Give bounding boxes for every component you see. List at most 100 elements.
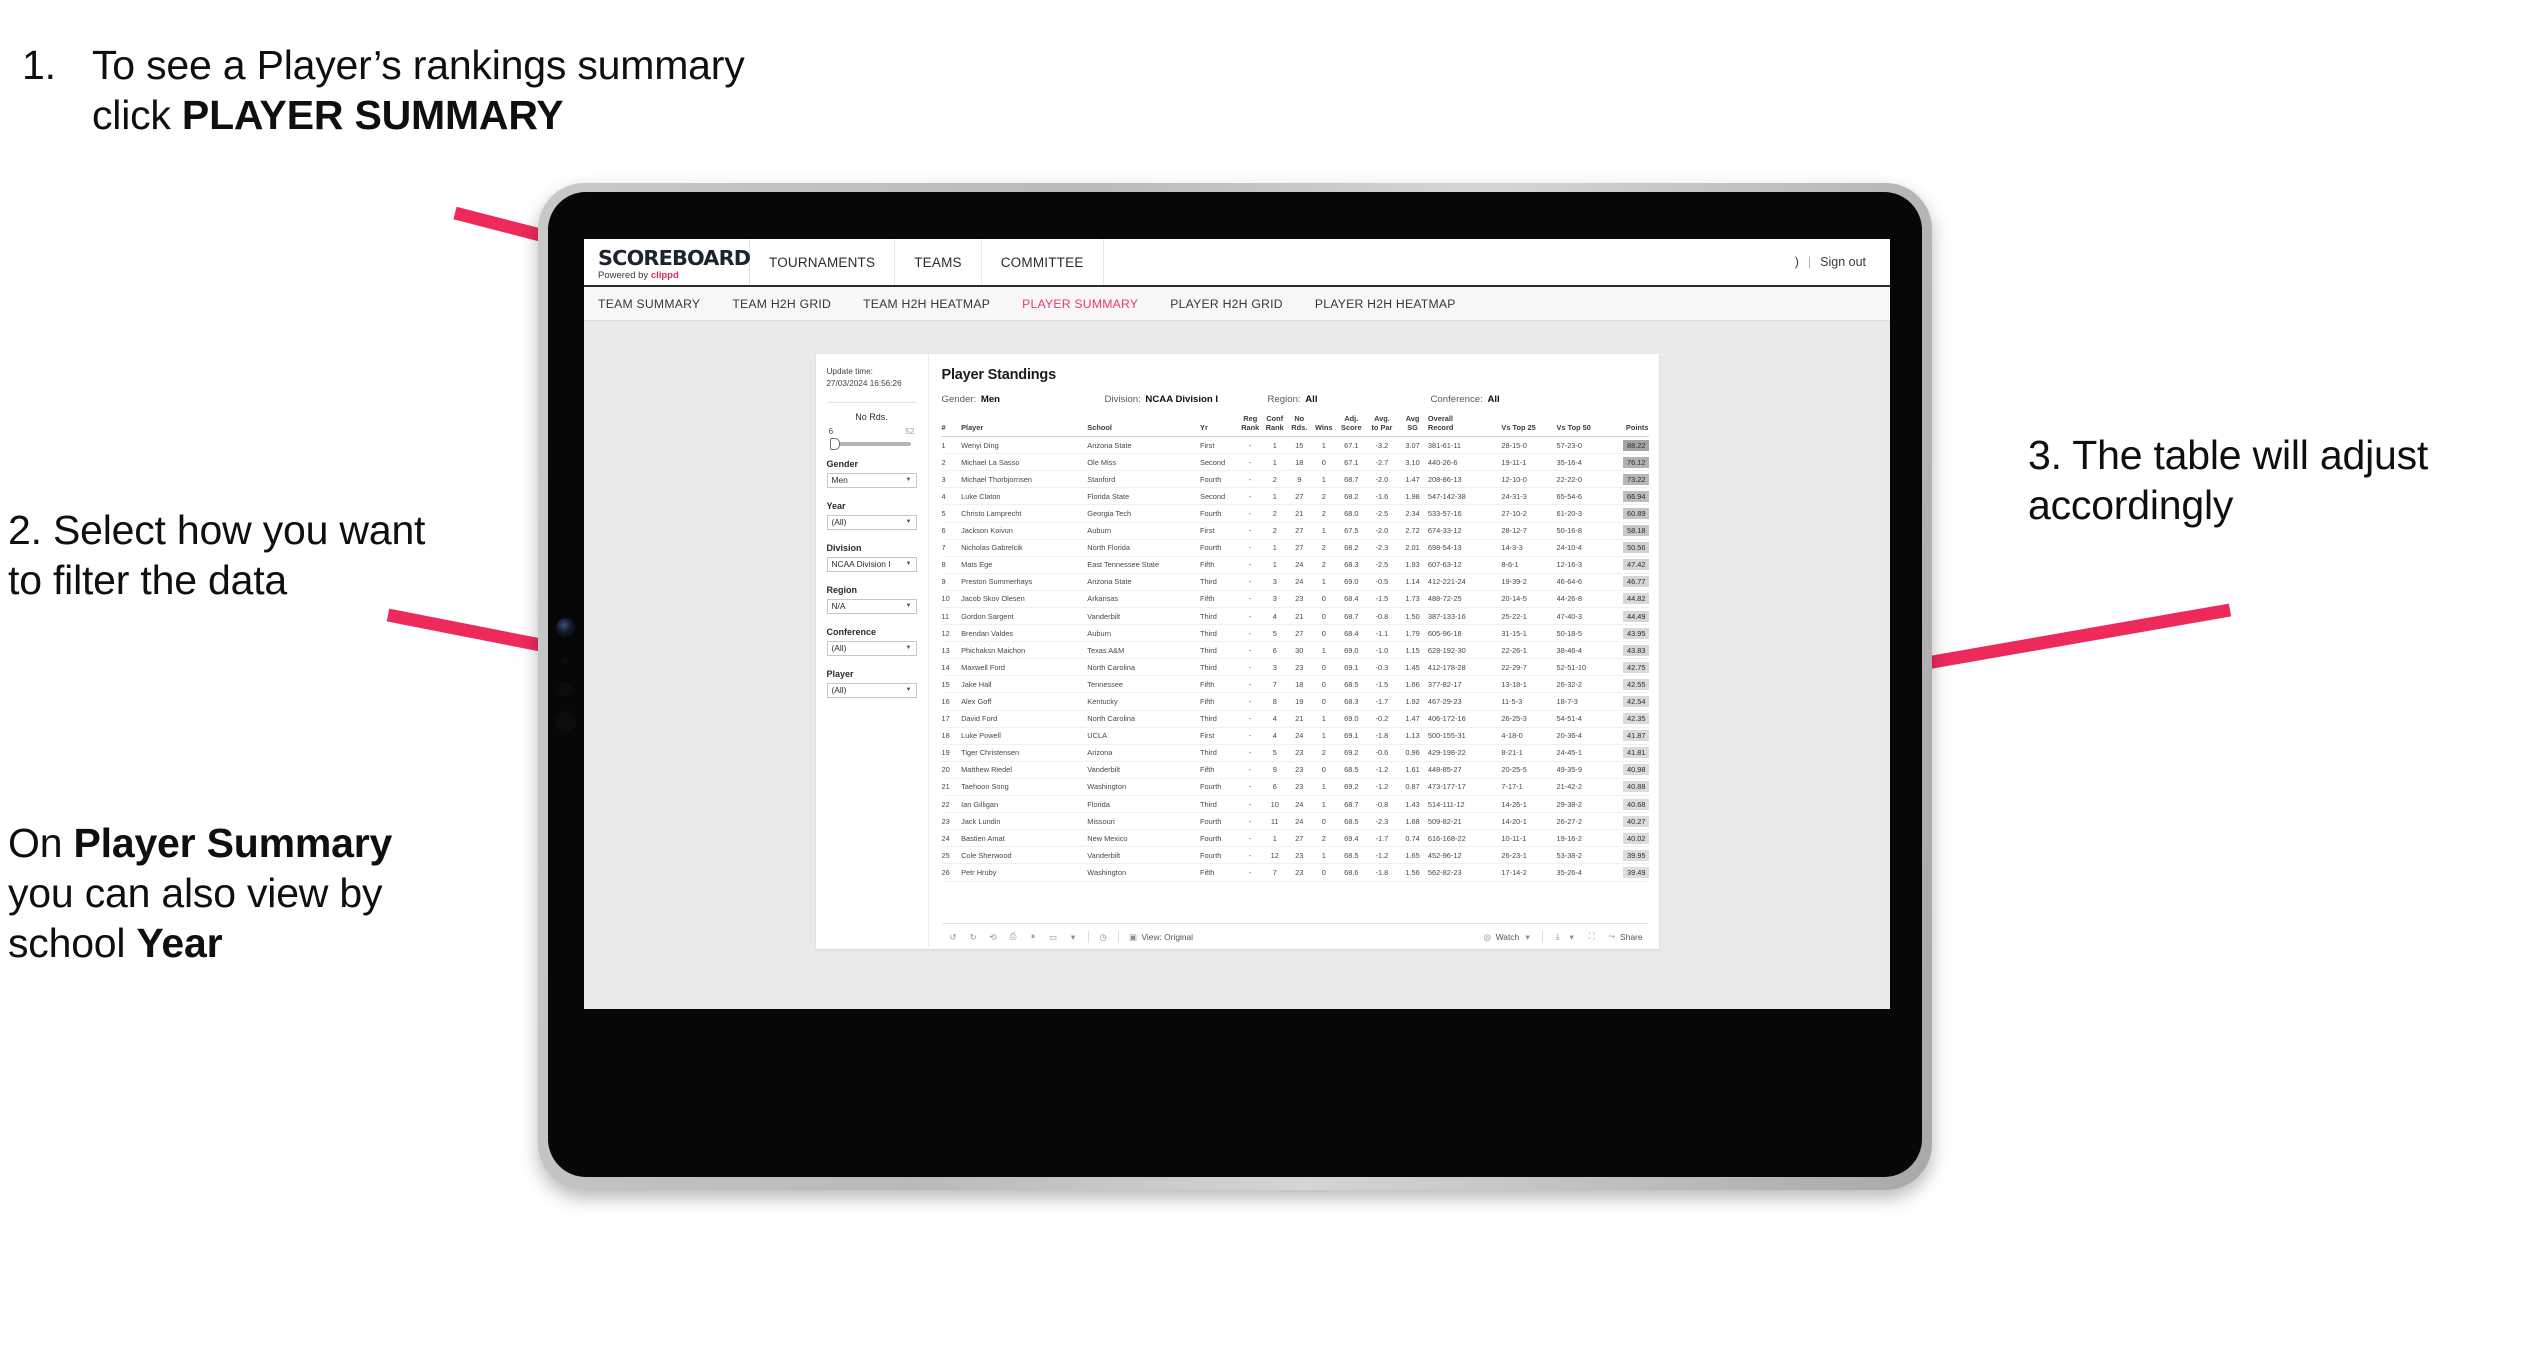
col-overall-record[interactable]: Overall Record bbox=[1427, 414, 1502, 438]
table-row[interactable]: 23 Jack Lundin Missouri Fourth -11 24 0 68.5 -2.… bbox=[941, 812, 1649, 831]
cell-yr: Fourth bbox=[1200, 504, 1238, 523]
col-no-rds[interactable]: No Rds. bbox=[1287, 414, 1312, 438]
col-rank[interactable]: # bbox=[941, 414, 962, 438]
table-row[interactable]: 4 Luke Claton Florida State Second -1 27 2 68.2… bbox=[941, 487, 1649, 506]
cell-pts: 42.55 bbox=[1611, 675, 1649, 694]
cell-cr: 1 bbox=[1262, 829, 1287, 848]
player-select[interactable]: (All) ▼ bbox=[826, 682, 917, 698]
sign-out-link[interactable]: Sign out bbox=[1820, 255, 1866, 269]
undo-icon[interactable]: ↺ bbox=[948, 931, 959, 942]
conference-select[interactable]: (All) ▼ bbox=[826, 640, 917, 656]
table-row[interactable]: 9 Preston Summerhays Arizona State Third -3 2… bbox=[941, 573, 1649, 591]
cell-school: Arizona State bbox=[1087, 436, 1201, 455]
col-yr[interactable]: Yr bbox=[1200, 414, 1238, 438]
table-row[interactable]: 6 Jackson Koivun Auburn First -2 27 1 67.5 -2.0 2… bbox=[941, 522, 1649, 540]
table-row[interactable]: 18 Luke Powell UCLA First -4 24 1 69.1 -1.8 1.13 5… bbox=[941, 727, 1649, 745]
filter-divider bbox=[826, 401, 917, 403]
col-player[interactable]: Player bbox=[961, 414, 1088, 438]
clock-icon[interactable]: ◷ bbox=[1098, 931, 1109, 942]
table-row[interactable]: 5 Christo Lamprecht Georgia Tech Fourth -2 21… bbox=[941, 504, 1649, 523]
nav-teams[interactable]: TEAMS bbox=[895, 239, 982, 285]
table-row[interactable]: 19 Tiger Christensen Arizona Third -5 23 2 69.2… bbox=[941, 744, 1649, 762]
col-school[interactable]: School bbox=[1087, 414, 1201, 438]
table-row[interactable]: 15 Jake Hall Tennessee Fifth -7 18 0 68.5 -1.5 1.… bbox=[941, 675, 1649, 694]
col-points[interactable]: Points bbox=[1611, 414, 1649, 438]
col-adj-score[interactable]: Adj. Score bbox=[1336, 414, 1367, 438]
col-wins[interactable]: Wins bbox=[1311, 414, 1336, 438]
col-avg-sg[interactable]: Avg SG bbox=[1397, 414, 1428, 438]
chevron-down-icon[interactable]: ▾ bbox=[1068, 931, 1079, 942]
refresh-icon[interactable]: ⎙ bbox=[1008, 931, 1019, 942]
table-row[interactable]: 13 Phichaksn Maichon Texas A&M Third -6 30 1 69… bbox=[941, 641, 1649, 660]
col-vs-top-25[interactable]: Vs Top 25 bbox=[1501, 414, 1557, 438]
cell-yr: Third bbox=[1200, 658, 1238, 677]
table-row[interactable]: 1 Wenyi Ding Arizona State First -1 15 1 67.1 -3… bbox=[941, 436, 1649, 455]
fullscreen-icon[interactable]: ⛶ bbox=[1586, 931, 1597, 942]
update-time: Update time: 27/03/2024 16:56:26 bbox=[827, 366, 917, 391]
annotation-note-bold1: Player Summary bbox=[73, 820, 393, 866]
view-original-button[interactable]: ▣ View: Original bbox=[1128, 931, 1193, 942]
col-reg-rank[interactable]: Reg Rank bbox=[1238, 414, 1263, 438]
table-row[interactable]: 17 David Ford North Carolina Third -4 21 1 69.0… bbox=[941, 710, 1649, 728]
cell-w: 1 bbox=[1311, 470, 1336, 489]
cell-player: Brendan Valdes bbox=[961, 624, 1088, 643]
table-row[interactable]: 26 Petr Hruby Washington Fifth -7 23 0 68.6 -1.8… bbox=[941, 863, 1649, 882]
table-row[interactable]: 11 Gordon Sargent Vanderbilt Third -4 21 0 68.7… bbox=[941, 607, 1649, 626]
watch-button[interactable]: ◎ Watch ▾ bbox=[1482, 931, 1533, 942]
table-row[interactable]: 14 Maxwell Ford North Carolina Third -3 23 0 69… bbox=[941, 658, 1649, 677]
cell-yr: Second bbox=[1200, 453, 1238, 472]
table-row[interactable]: 21 Taehoon Song Washington Fourth -6 23 1 69.2-… bbox=[941, 778, 1649, 797]
revert-icon[interactable]: ⟲ bbox=[988, 931, 999, 942]
col-conf-rank[interactable]: Conf Rank bbox=[1262, 414, 1287, 438]
redo-icon[interactable]: ↻ bbox=[968, 931, 979, 942]
cell-atp: -0.5 bbox=[1366, 573, 1398, 591]
tab-player-h2h-heatmap[interactable]: PLAYER H2H HEATMAP bbox=[1315, 297, 1474, 311]
table-row[interactable]: 22 Ian Gilligan Florida Third -10 24 1 68.7 -0.8… bbox=[941, 795, 1649, 814]
cell-pts: 43.83 bbox=[1611, 641, 1649, 660]
division-select[interactable]: NCAA Division I ▼ bbox=[826, 556, 917, 572]
col-avg-to-par[interactable]: Avg. to Par bbox=[1366, 414, 1398, 438]
tab-team-h2h-heatmap[interactable]: TEAM H2H HEATMAP bbox=[863, 297, 1008, 311]
no-rds-slider[interactable] bbox=[829, 437, 911, 450]
tab-player-summary[interactable]: PLAYER SUMMARY bbox=[1022, 297, 1156, 311]
cell-t25: 11-5-3 bbox=[1501, 692, 1557, 711]
cell-player: Nicholas Gabrelcik bbox=[961, 539, 1088, 557]
col-vs-top-50[interactable]: Vs Top 50 bbox=[1556, 414, 1612, 438]
nav-tournaments[interactable]: TOURNAMENTS bbox=[750, 239, 896, 285]
slider-handle[interactable] bbox=[829, 437, 840, 450]
points-value: 66.94 bbox=[1623, 490, 1649, 502]
alert-icon[interactable]: ▭ bbox=[1048, 931, 1059, 942]
table-row[interactable]: 16 Alex Goff Kentucky Fifth -8 19 0 68.3 -1.7 1.9… bbox=[941, 692, 1649, 711]
year-select[interactable]: (All) ▼ bbox=[826, 514, 917, 530]
table-row[interactable]: 3 Michael Thorbjornsen Stanford Fourth -2 9 1 6… bbox=[941, 470, 1649, 489]
cell-t50: 50-16-8 bbox=[1556, 522, 1612, 540]
table-row[interactable]: 8 Mats Ege East Tennessee State Fifth -1 24 2 6… bbox=[941, 556, 1649, 574]
region-select[interactable]: N/A ▼ bbox=[826, 598, 917, 614]
cell-atp: -1.1 bbox=[1366, 624, 1398, 643]
cell-nr: 15 bbox=[1287, 436, 1312, 455]
cell-rec: 605-96-18 bbox=[1427, 624, 1502, 643]
standings-panel: Player Standings Gender: Men Division: N… bbox=[929, 354, 1659, 949]
gender-select[interactable]: Men ▼ bbox=[826, 472, 917, 488]
download-button[interactable]: ⤓ ▾ bbox=[1552, 931, 1577, 942]
table-row[interactable]: 7 Nicholas Gabrelcik North Florida Fourth -1… bbox=[941, 539, 1649, 557]
tab-team-summary[interactable]: TEAM SUMMARY bbox=[598, 297, 718, 311]
table-row[interactable]: 25 Cole Sherwood Vanderbilt Fourth -12 23 1 68.… bbox=[941, 846, 1649, 865]
tab-player-h2h-grid[interactable]: PLAYER H2H GRID bbox=[1170, 297, 1301, 311]
tab-team-h2h-grid[interactable]: TEAM H2H GRID bbox=[732, 297, 849, 311]
table-row[interactable]: 20 Matthew Riedel Vanderbilt Fifth -9 23 0 68.5… bbox=[941, 761, 1649, 779]
cell-school: Arizona State bbox=[1087, 573, 1201, 591]
cell-player: Preston Summerhays bbox=[961, 573, 1088, 591]
table-row[interactable]: 2 Michael La Sasso Ole Miss Second -1 18 0 67.1… bbox=[941, 453, 1649, 472]
cell-yr: Fourth bbox=[1200, 829, 1238, 848]
cell-rec: 381-61-11 bbox=[1427, 436, 1502, 455]
table-row[interactable]: 10 Jacob Skov Olesen Arkansas Fifth -3 23 0 68.… bbox=[941, 590, 1649, 609]
nav-committee[interactable]: COMMITTEE bbox=[982, 239, 1104, 285]
share-button[interactable]: ⤳ Share bbox=[1606, 931, 1642, 942]
cell-pts: 40.02 bbox=[1611, 829, 1649, 848]
table-row[interactable]: 24 Bastien Amat New Mexico Fourth -1 27 2 69.4-… bbox=[941, 829, 1649, 848]
table-row[interactable]: 12 Brendan Valdes Auburn Third -5 27 0 68.4 -1.1… bbox=[941, 624, 1649, 643]
pause-updates-icon[interactable]: ⏸ bbox=[1028, 931, 1039, 942]
brand-logo[interactable]: SCOREBOARD Powered by clippd bbox=[584, 239, 751, 285]
primary-nav: TOURNAMENTS TEAMS COMMITTEE bbox=[750, 239, 1104, 285]
